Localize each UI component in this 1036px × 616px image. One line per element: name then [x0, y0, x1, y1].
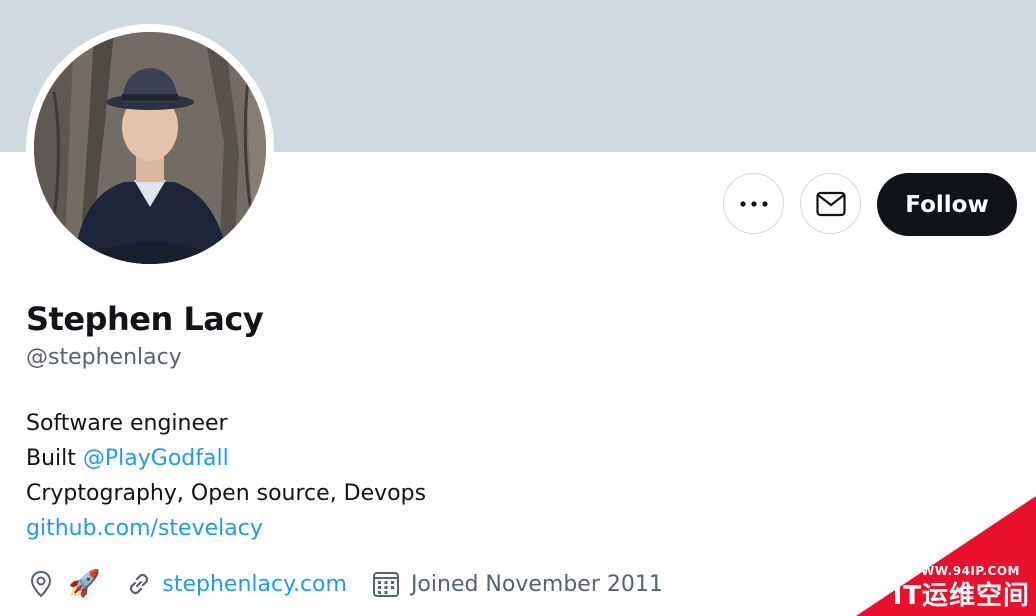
profile-bio: Software engineer Built @PlayGodfall Cry…	[26, 406, 426, 546]
joined-item: Joined November 2011	[371, 569, 663, 599]
profile-meta: 🚀 stephenlacy.com Joined November 2011	[26, 566, 687, 602]
avatar-photo	[34, 32, 266, 264]
location-item: 🚀	[26, 569, 100, 599]
location-emoji: 🚀	[68, 569, 101, 599]
bio-line-2-prefix: Built	[26, 446, 83, 471]
watermark: WWW.94IP.COM IT运维空间	[856, 496, 1036, 616]
bio-line-2: Built @PlayGodfall	[26, 441, 426, 476]
link-icon	[130, 573, 149, 595]
watermark-text: IT运维空间	[892, 581, 1030, 611]
more-button[interactable]	[723, 173, 784, 234]
profile-name: Stephen Lacy	[26, 300, 264, 338]
avatar[interactable]	[34, 32, 266, 264]
profile-handle: @stephenlacy	[26, 345, 182, 370]
website-link[interactable]: stephenlacy.com	[162, 572, 347, 597]
bio-line-3: Cryptography, Open source, Devops	[26, 481, 427, 506]
follow-button[interactable]: Follow	[877, 173, 1017, 236]
bio-line-1: Software engineer	[26, 411, 228, 436]
calendar-icon	[372, 572, 399, 597]
envelope-icon	[815, 191, 846, 216]
joined-date: Joined November 2011	[410, 571, 663, 597]
message-button[interactable]	[800, 173, 861, 234]
location-pin-icon	[30, 570, 52, 598]
github-link[interactable]: github.com/stevelacy	[26, 516, 263, 541]
mention-link[interactable]: @PlayGodfall	[83, 446, 229, 471]
more-horizontal-icon	[739, 200, 768, 207]
bio-line-4: github.com/stevelacy	[26, 511, 426, 546]
website-item: stephenlacy.com	[124, 569, 347, 599]
